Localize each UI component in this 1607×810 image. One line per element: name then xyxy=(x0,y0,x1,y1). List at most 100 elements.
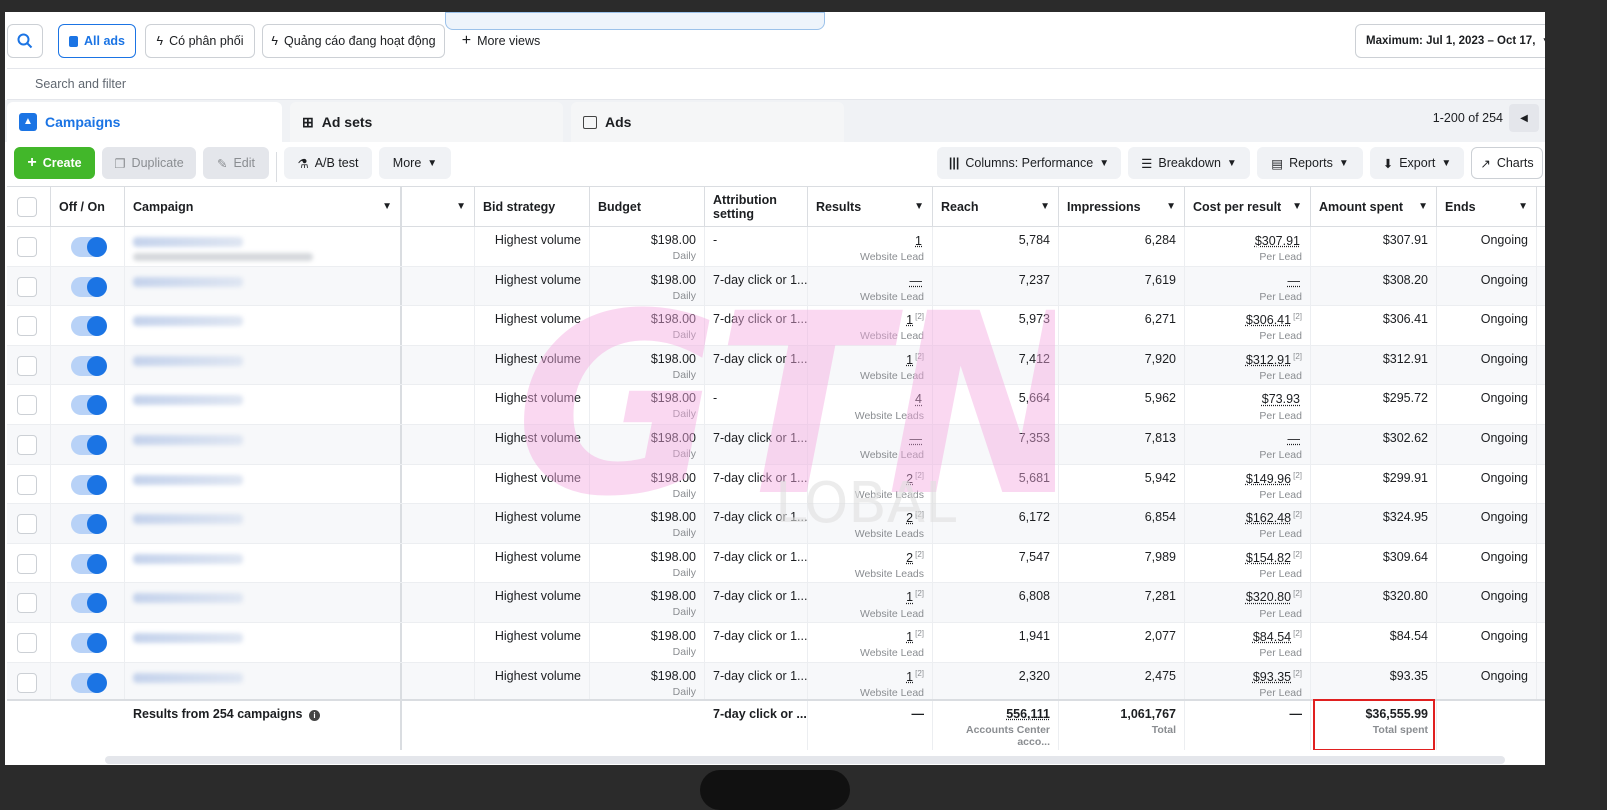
table-row[interactable]: Highest volume $198.00 Daily 7-day click or… xyxy=(7,543,1583,584)
results-value[interactable]: 1 xyxy=(915,234,922,248)
col-attribution[interactable]: Attribution setting xyxy=(705,187,808,226)
campaign-name-redacted[interactable] xyxy=(133,435,243,445)
row-checkbox[interactable] xyxy=(17,633,37,653)
col-off-on[interactable]: Off / On xyxy=(51,187,125,226)
col-cost-per-result[interactable]: Cost per result ▼ xyxy=(1185,187,1311,226)
tab-ad-sets[interactable]: ⊞ Ad sets xyxy=(290,102,563,142)
columns-button[interactable]: ||| Columns: Performance ▼ xyxy=(937,147,1121,179)
col-budget[interactable]: Budget xyxy=(590,187,705,226)
results-value[interactable]: 2 xyxy=(906,472,913,486)
delivery-toggle[interactable] xyxy=(71,355,107,376)
ab-test-button[interactable]: ⚗ A/B test xyxy=(284,147,372,179)
delivery-toggle[interactable] xyxy=(71,593,107,614)
row-checkbox[interactable] xyxy=(17,276,37,297)
search-button[interactable] xyxy=(7,24,43,58)
date-range-picker[interactable]: Maximum: Jul 1, 2023 – Oct 17, ▼ xyxy=(1355,24,1555,58)
col-results[interactable]: Results ▼ xyxy=(808,187,933,226)
duplicate-button[interactable]: ❐ Duplicate xyxy=(102,147,196,179)
delivery-toggle[interactable] xyxy=(71,672,107,693)
table-row[interactable]: Highest volume $198.00 Daily 7-day click or… xyxy=(7,662,1583,703)
cpr-value[interactable]: $84.54 xyxy=(1253,630,1291,644)
campaign-name-redacted[interactable] xyxy=(133,276,243,287)
results-value[interactable]: 1 xyxy=(906,591,913,605)
delivery-toggle[interactable] xyxy=(71,316,107,337)
more-views-button[interactable]: + More views xyxy=(451,24,551,58)
results-value[interactable]: 1 xyxy=(906,353,913,367)
results-value[interactable]: 4 xyxy=(915,393,922,407)
results-value[interactable]: 2 xyxy=(906,511,913,525)
campaign-name-redacted[interactable] xyxy=(133,672,243,683)
create-button[interactable]: + Create xyxy=(14,147,95,179)
cpr-value[interactable]: $73.93 xyxy=(1262,393,1300,407)
horizontal-scrollbar[interactable] xyxy=(105,756,1505,764)
campaign-name-redacted[interactable] xyxy=(133,395,243,406)
table-row[interactable]: Highest volume $198.00 Daily 7-day click or… xyxy=(7,345,1583,386)
table-row[interactable]: Highest volume $198.00 Daily 7-day click or… xyxy=(7,504,1583,544)
cpr-value[interactable]: $154.82 xyxy=(1246,551,1291,565)
breakdown-button[interactable]: ☰ Breakdown ▼ xyxy=(1128,147,1250,179)
cpr-value[interactable]: $306.41 xyxy=(1246,313,1291,327)
row-checkbox[interactable] xyxy=(17,395,37,416)
edit-button[interactable]: ✎ Edit xyxy=(203,147,269,179)
more-button[interactable]: More ▼ xyxy=(379,147,451,179)
all-ads-button[interactable]: All ads xyxy=(58,24,136,58)
campaign-name-redacted[interactable] xyxy=(133,514,243,525)
campaign-name-redacted[interactable] xyxy=(133,237,243,247)
cpr-value[interactable]: — xyxy=(1288,432,1301,446)
table-row[interactable]: Highest volume $198.00 Daily 7-day click or… xyxy=(7,306,1583,346)
cpr-value[interactable]: $149.96 xyxy=(1246,472,1291,486)
cpr-value[interactable]: — xyxy=(1288,274,1301,288)
row-checkbox[interactable] xyxy=(17,593,37,614)
results-value[interactable]: 2 xyxy=(906,551,913,565)
table-row[interactable]: Highest volume $198.00 Daily 7-day click or… xyxy=(7,623,1583,663)
campaign-name-redacted[interactable] xyxy=(133,474,243,485)
table-row[interactable]: Highest volume $198.00 Daily 7-day click or… xyxy=(7,464,1583,505)
table-row[interactable]: Highest volume $198.00 Daily - 4 Website Lead… xyxy=(7,385,1583,425)
row-checkbox[interactable] xyxy=(17,355,37,376)
tab-campaigns[interactable]: ▲ Campaigns xyxy=(7,102,282,142)
campaign-name-redacted[interactable] xyxy=(133,553,243,564)
delivery-toggle[interactable] xyxy=(71,633,107,653)
col-bid-strategy[interactable]: Bid strategy xyxy=(475,187,590,226)
col-impressions[interactable]: Impressions ▼ xyxy=(1059,187,1185,226)
search-filter-bar[interactable]: Search and filter xyxy=(7,68,1581,100)
results-value[interactable]: 1 xyxy=(906,630,913,644)
table-row[interactable]: Highest volume $198.00 Daily 7-day click or… xyxy=(7,266,1583,307)
row-checkbox[interactable] xyxy=(17,237,37,257)
cpr-value[interactable]: $307.91 xyxy=(1255,234,1300,248)
charts-button[interactable]: ↗ Charts xyxy=(1471,147,1543,179)
col-campaign[interactable]: Campaign ▼ xyxy=(125,187,402,226)
col-reach[interactable]: Reach ▼ xyxy=(933,187,1059,226)
cpr-value[interactable]: $320.80 xyxy=(1246,591,1291,605)
col-hidden[interactable]: ▼ xyxy=(402,187,475,226)
delivery-toggle[interactable] xyxy=(71,276,107,297)
saved-view-1[interactable]: ϟ Có phân phối xyxy=(145,24,255,58)
table-row[interactable]: Highest volume $198.00 Daily 7-day click or… xyxy=(7,425,1583,465)
campaign-name-redacted[interactable] xyxy=(133,316,243,327)
row-checkbox[interactable] xyxy=(17,553,37,574)
tab-ads[interactable]: Ads xyxy=(571,102,844,142)
row-checkbox[interactable] xyxy=(17,514,37,535)
delivery-toggle[interactable] xyxy=(71,237,107,257)
table-row[interactable]: Highest volume $198.00 Daily 7-day click or… xyxy=(7,583,1583,623)
results-value[interactable]: — xyxy=(910,274,923,288)
col-amount-spent[interactable]: Amount spent ▼ xyxy=(1311,187,1437,226)
col-ends[interactable]: Ends ▼ xyxy=(1437,187,1537,226)
select-all-checkbox[interactable] xyxy=(17,197,37,217)
campaign-name-redacted[interactable] xyxy=(133,593,243,604)
delivery-toggle[interactable] xyxy=(71,435,107,455)
campaign-name-redacted[interactable] xyxy=(133,633,243,643)
row-checkbox[interactable] xyxy=(17,435,37,455)
delivery-toggle[interactable] xyxy=(71,474,107,495)
cpr-value[interactable]: $93.35 xyxy=(1253,670,1291,684)
row-checkbox[interactable] xyxy=(17,672,37,693)
delivery-toggle[interactable] xyxy=(71,553,107,574)
row-checkbox[interactable] xyxy=(17,474,37,495)
results-value[interactable]: — xyxy=(910,432,923,446)
results-value[interactable]: 1 xyxy=(906,313,913,327)
export-button[interactable]: ⬇ Export ▼ xyxy=(1370,147,1464,179)
info-icon[interactable]: i xyxy=(309,710,320,721)
row-checkbox[interactable] xyxy=(17,316,37,337)
prev-page-button[interactable]: ◀ xyxy=(1509,104,1539,132)
delivery-toggle[interactable] xyxy=(71,514,107,535)
